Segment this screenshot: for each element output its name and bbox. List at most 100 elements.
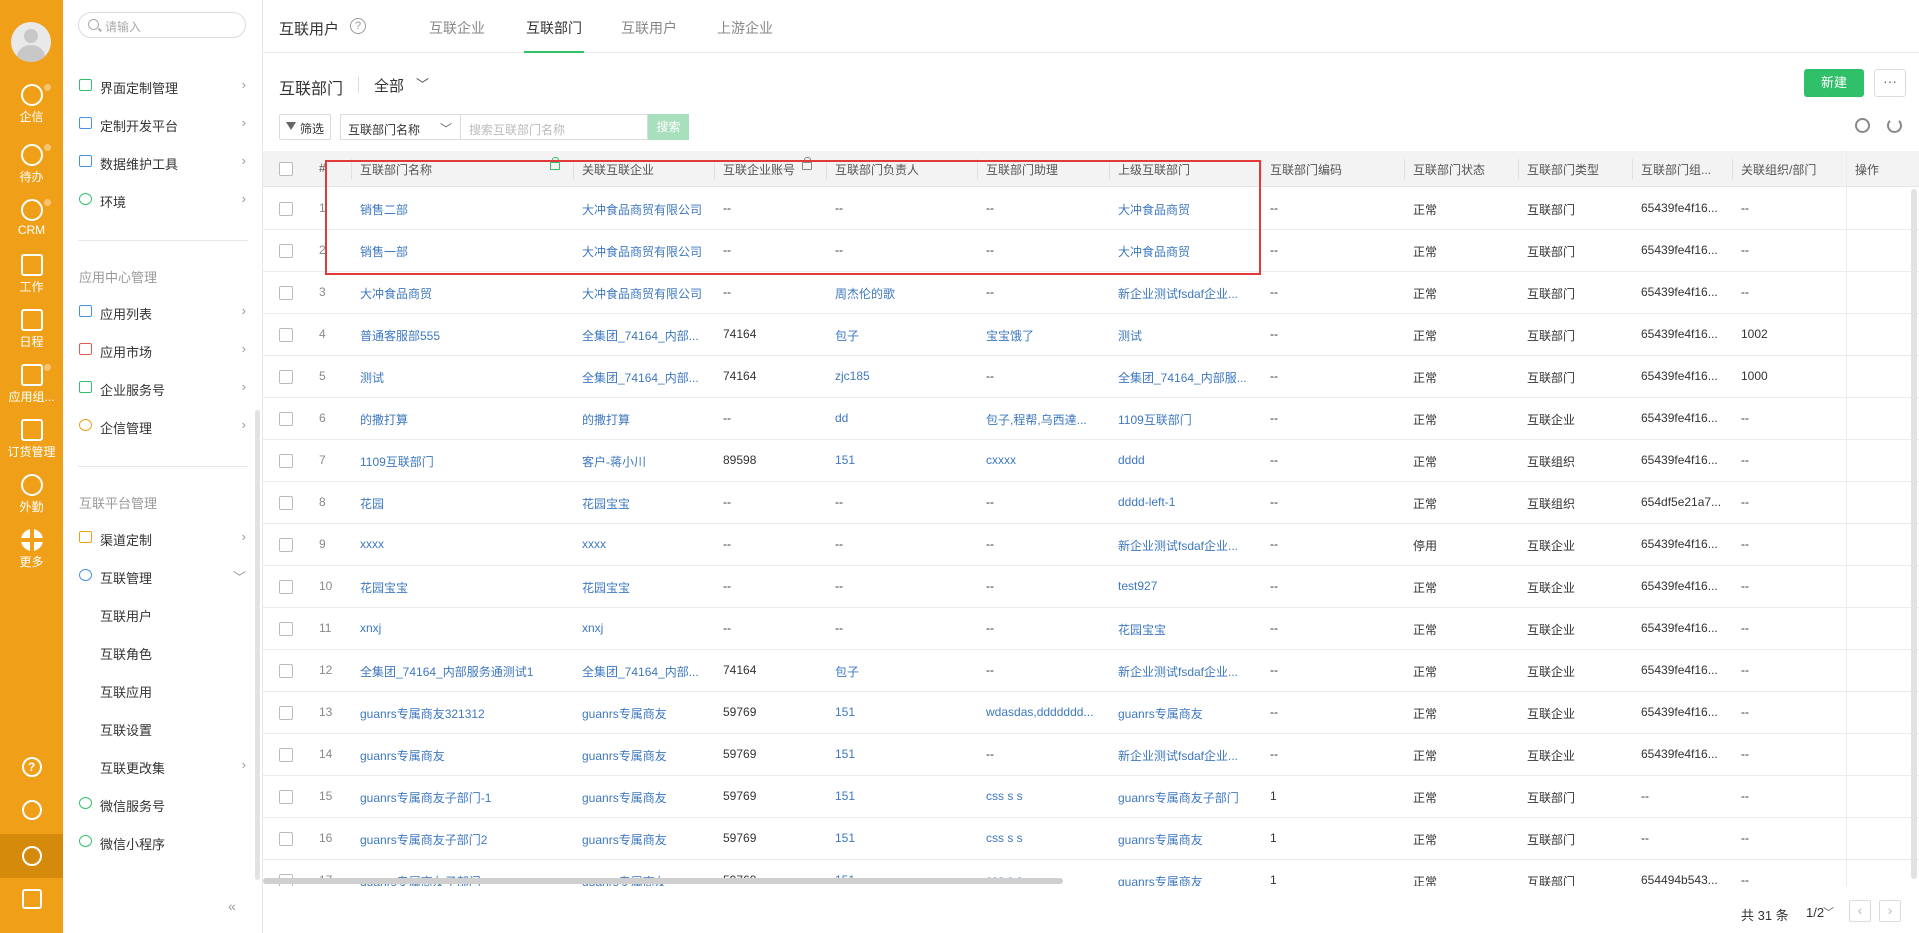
select-all-checkbox[interactable]: [279, 162, 293, 176]
table-cell-2[interactable]: xxxx: [582, 537, 606, 551]
menu-item-items_app-0[interactable]: 应用列表 ›: [63, 296, 263, 326]
table-cell-2[interactable]: guanrs专属商友: [582, 705, 667, 722]
table-cell-6[interactable]: guanrs专属商友: [1118, 831, 1203, 848]
table-cell-4[interactable]: 151: [835, 453, 855, 467]
table-cell-6[interactable]: guanrs专属商友: [1118, 705, 1203, 722]
table-row[interactable]: 3 大冲食品商贸 大冲食品商贸有限公司 -- 周杰伦的歌 -- 新企业测试fsdaf企业..…: [263, 272, 1919, 314]
row-checkbox[interactable]: [279, 706, 293, 720]
menu-item-items_bottom-1[interactable]: 微信小程序: [63, 826, 263, 856]
table-cell-1[interactable]: 测试: [360, 369, 384, 386]
table-cell-5[interactable]: wdasdas,ddddddd...: [986, 705, 1093, 719]
table-cell-6[interactable]: 测试: [1118, 327, 1142, 344]
row-checkbox[interactable]: [279, 454, 293, 468]
row-checkbox[interactable]: [279, 790, 293, 804]
table-cell-2[interactable]: 大冲食品商贸有限公司: [582, 285, 702, 302]
history-button[interactable]: [0, 791, 63, 829]
menu-item-items_interconnect-1[interactable]: 互联管理 ﹀: [63, 560, 263, 590]
table-cell-6[interactable]: guanrs专属商友子部门: [1118, 789, 1239, 806]
menu-subitem-4[interactable]: 互联更改集 ›: [63, 750, 263, 780]
collapse-menu-button[interactable]: «: [228, 898, 236, 914]
row-checkbox[interactable]: [279, 580, 293, 594]
table-cell-2[interactable]: 客户-蒋小川: [582, 453, 646, 470]
table-row[interactable]: 11 xnxj xnxj -- -- -- 花园宝宝 -- 正常 互联企业 65439fe4f16.…: [263, 608, 1919, 650]
table-cell-1[interactable]: 的撒打算: [360, 411, 408, 428]
table-cell-6[interactable]: 全集团_74164_内部服...: [1118, 369, 1247, 386]
table-cell-2[interactable]: 全集团_74164_内部...: [582, 369, 699, 386]
page-indicator[interactable]: 1/2: [1806, 905, 1824, 920]
rail-item-1[interactable]: 待办: [0, 138, 63, 188]
table-cell-2[interactable]: 全集团_74164_内部...: [582, 663, 699, 680]
row-checkbox[interactable]: [279, 664, 293, 678]
table-row[interactable]: 10 花园宝宝 花园宝宝 -- -- -- test927 -- 正常 互联企业 65439fe4f…: [263, 566, 1919, 608]
filter-button[interactable]: 筛选: [279, 114, 331, 140]
table-cell-2[interactable]: 全集团_74164_内部...: [582, 327, 699, 344]
row-checkbox[interactable]: [279, 328, 293, 342]
table-row[interactable]: 8 花园 花园宝宝 -- -- -- dddd-left-1 -- 正常 互联组织 654df5e2…: [263, 482, 1919, 524]
menu-item-items_top-2[interactable]: 数据维护工具 ›: [63, 146, 263, 176]
menu-item-items_app-2[interactable]: 企业服务号 ›: [63, 372, 263, 402]
table-cell-1[interactable]: xxxx: [360, 537, 384, 551]
rail-item-7[interactable]: 外勤: [0, 468, 63, 518]
table-cell-1[interactable]: guanrs专属商友子部门-1: [360, 789, 491, 806]
tab-interconnect-enterprise[interactable]: 互联企业: [429, 18, 485, 38]
table-row[interactable]: 5 测试 全集团_74164_内部... 74164 zjc185 -- 全集团_74164…: [263, 356, 1919, 398]
new-button[interactable]: 新建: [1804, 69, 1864, 97]
table-row[interactable]: 9 xxxx xxxx -- -- -- 新企业测试fsdaf企业... -- 停用 互联企业 65…: [263, 524, 1919, 566]
row-checkbox[interactable]: [279, 748, 293, 762]
table-cell-2[interactable]: guanrs专属商友: [582, 789, 667, 806]
table-cell-4[interactable]: 151: [835, 705, 855, 719]
scope-select[interactable]: 全部: [374, 75, 404, 96]
column-resize-handle[interactable]: [1632, 159, 1633, 179]
table-cell-2[interactable]: guanrs专属商友: [582, 747, 667, 764]
column-resize-handle[interactable]: [1404, 159, 1405, 179]
table-cell-6[interactable]: dddd: [1118, 453, 1145, 467]
table-cell-5[interactable]: css s s: [986, 789, 1023, 803]
table-cell-1[interactable]: guanrs专属商友: [360, 747, 445, 764]
rail-item-6[interactable]: 订货管理: [0, 413, 63, 463]
table-cell-2[interactable]: guanrs专属商友: [582, 831, 667, 848]
table-cell-2[interactable]: 花园宝宝: [582, 495, 630, 512]
rail-item-2[interactable]: CRM: [0, 193, 63, 243]
table-cell-1[interactable]: 1109互联部门: [360, 453, 434, 470]
table-cell-5[interactable]: 宝宝饿了: [986, 327, 1034, 344]
table-row[interactable]: 16 guanrs专属商友子部门2 guanrs专属商友 59769 151 css s …: [263, 818, 1919, 860]
table-cell-6[interactable]: 新企业测试fsdaf企业...: [1118, 285, 1238, 302]
search-button[interactable]: 搜索: [648, 114, 689, 140]
table-cell-4[interactable]: 151: [835, 789, 855, 803]
row-checkbox[interactable]: [279, 832, 293, 846]
table-cell-4[interactable]: 151: [835, 831, 855, 845]
table-row[interactable]: 13 guanrs专属商友321312 guanrs专属商友 59769 151 wdas…: [263, 692, 1919, 734]
column-header-9[interactable]: 互联部门类型: [1527, 161, 1599, 178]
help-icon[interactable]: ?: [350, 18, 366, 34]
table-cell-6[interactable]: 1109互联部门: [1118, 411, 1192, 428]
table-cell-6[interactable]: dddd-left-1: [1118, 495, 1175, 509]
table-cell-1[interactable]: 大冲食品商贸: [360, 285, 432, 302]
more-button[interactable]: ···: [1874, 69, 1906, 97]
table-cell-2[interactable]: 的撒打算: [582, 411, 630, 428]
menu-item-items_interconnect-0[interactable]: 渠道定制 ›: [63, 522, 263, 552]
rail-item-3[interactable]: 工作: [0, 248, 63, 298]
table-cell-5[interactable]: 包子,程帮,乌西達...: [986, 411, 1087, 428]
row-checkbox[interactable]: [279, 622, 293, 636]
row-checkbox[interactable]: [279, 244, 293, 258]
next-page-button[interactable]: ›: [1879, 900, 1901, 922]
chevron-down-icon[interactable]: ﹀: [1823, 904, 1834, 920]
column-header-12[interactable]: 操作: [1855, 161, 1879, 178]
table-row[interactable]: 15 guanrs专属商友子部门-1 guanrs专属商友 59769 151 css s…: [263, 776, 1919, 818]
table-cell-4[interactable]: 包子: [835, 327, 859, 344]
column-header-11[interactable]: 关联组织/部门: [1741, 161, 1816, 178]
table-row[interactable]: 6 的撒打算 的撒打算 -- dd 包子,程帮,乌西達... 1109互联部门 -- 正常 互联企…: [263, 398, 1919, 440]
table-cell-5[interactable]: css s s: [986, 831, 1023, 845]
table-horizontal-scrollbar[interactable]: [263, 878, 1063, 884]
table-cell-1[interactable]: 普通客服部555: [360, 327, 440, 344]
tab-interconnect-user[interactable]: 互联用户: [621, 18, 677, 38]
table-cell-4[interactable]: dd: [835, 411, 848, 425]
row-checkbox[interactable]: [279, 202, 293, 216]
menu-item-items_top-3[interactable]: 环境 ›: [63, 184, 263, 214]
table-row[interactable]: 7 1109互联部门 客户-蒋小川 89598 151 cxxxx dddd -- 正常 互联组织…: [263, 440, 1919, 482]
table-cell-6[interactable]: 新企业测试fsdaf企业...: [1118, 747, 1238, 764]
table-cell-4[interactable]: zjc185: [835, 369, 870, 383]
menu-item-items_top-1[interactable]: 定制开发平台 ›: [63, 108, 263, 138]
table-cell-1[interactable]: guanrs专属商友321312: [360, 705, 485, 722]
menu-search-input[interactable]: 请输入: [78, 12, 246, 38]
